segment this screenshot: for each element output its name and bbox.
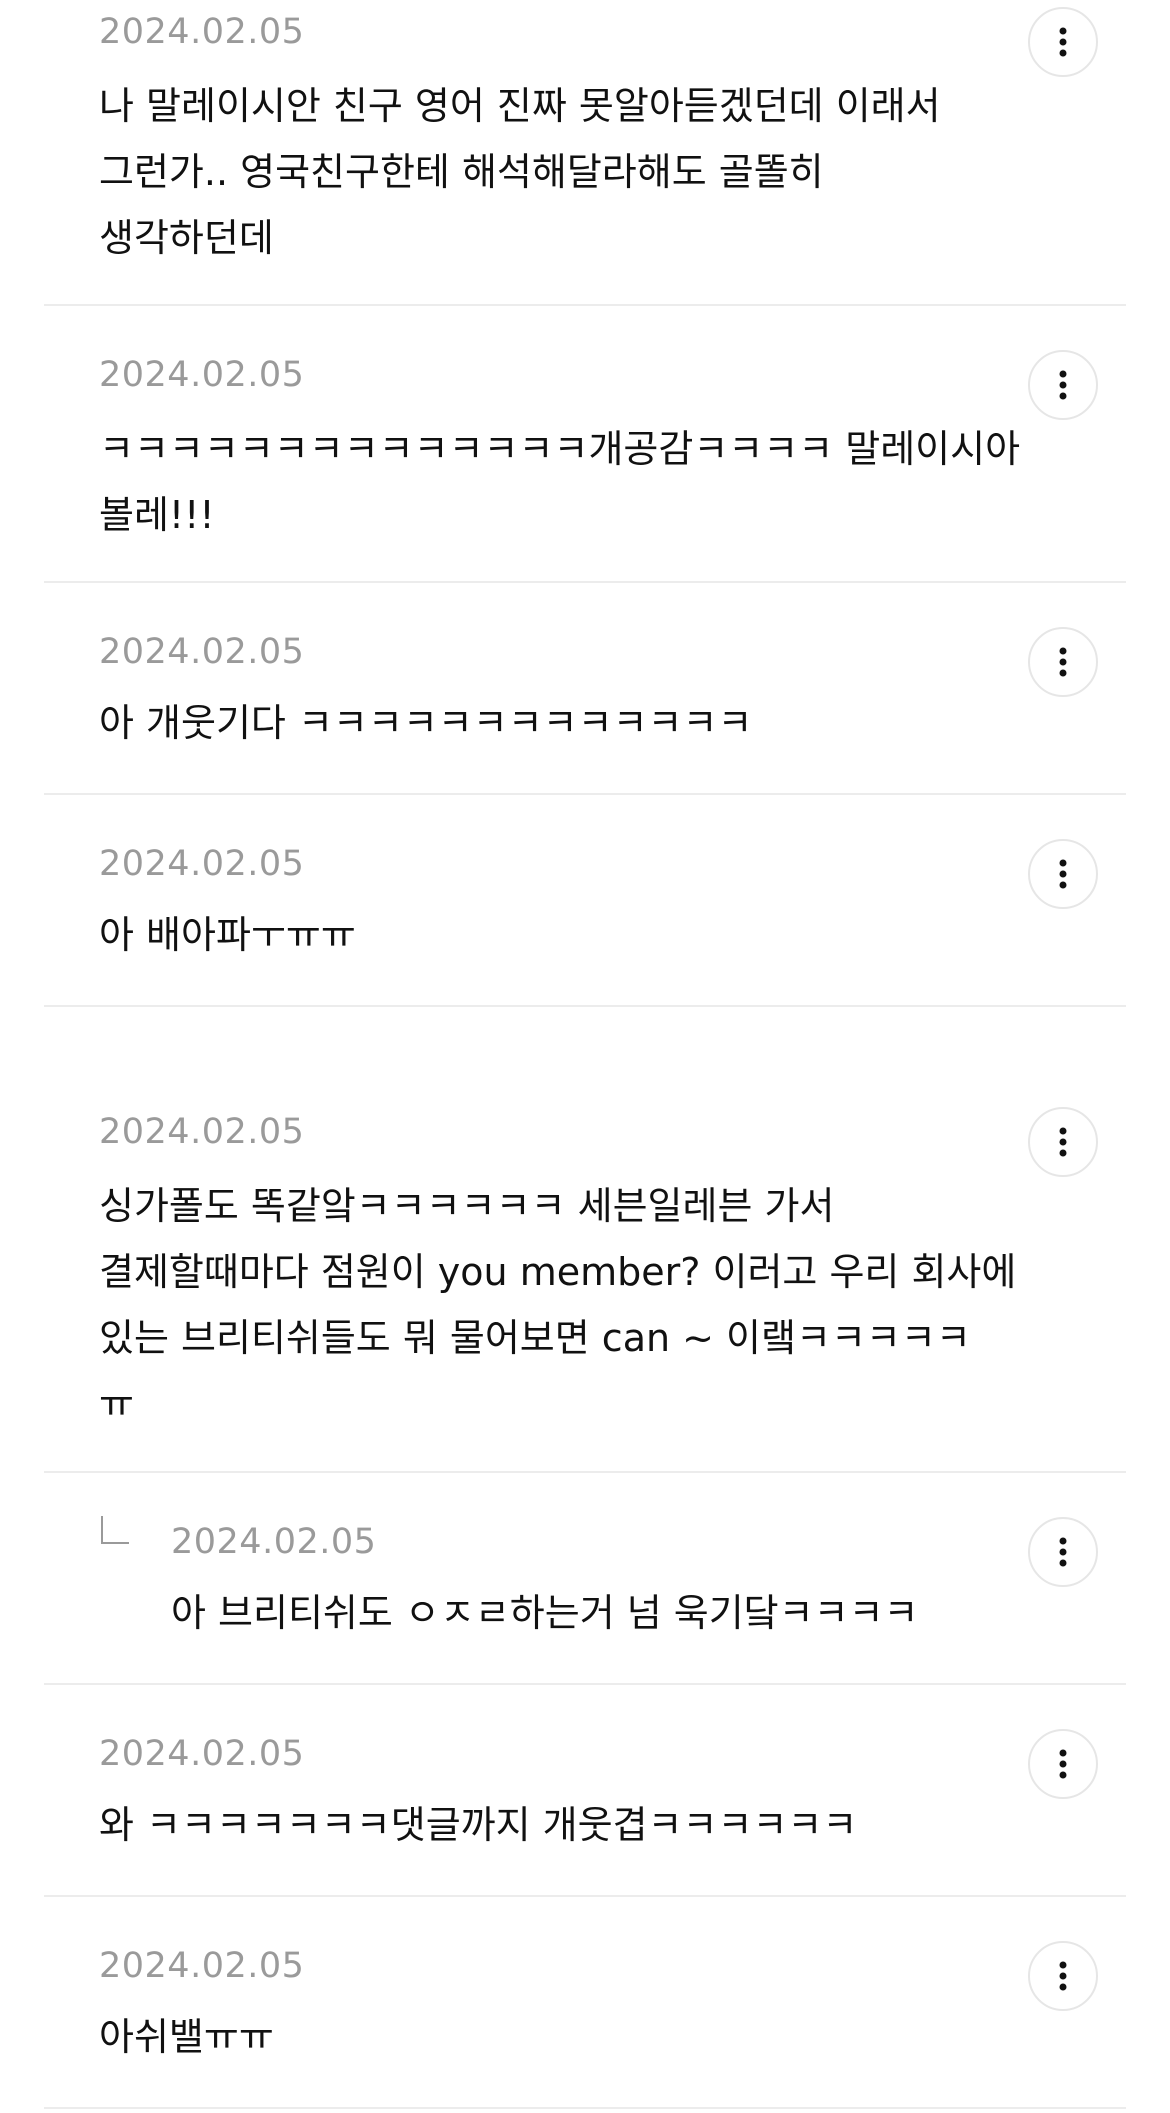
- comment-text: 아 개웃기다 ㅋㅋㅋㅋㅋㅋㅋㅋㅋㅋㅋㅋㅋ: [99, 701, 753, 745]
- comment-text: 와 ㅋㅋㅋㅋㅋㅋㅋ댓글까지 개웃겹ㅋㅋㅋㅋㅋㅋ: [99, 1803, 858, 1847]
- comment-date: 2024.02.05: [99, 1112, 305, 1152]
- more-vertical-icon: [1059, 1749, 1067, 1779]
- more-vertical-icon: [1059, 1127, 1067, 1157]
- more-vertical-icon: [1059, 859, 1067, 889]
- more-options-button[interactable]: [1028, 350, 1098, 420]
- reply-comment-item: 2024.02.05 아 브리티쉬도 ㅇㅈㄹ하는거 넘 욱기닼ㅋㅋㅋㅋ: [44, 1473, 1126, 1685]
- more-vertical-icon: [1059, 1537, 1067, 1567]
- comment-item: 2024.02.05 아 개웃기다 ㅋㅋㅋㅋㅋㅋㅋㅋㅋㅋㅋㅋㅋ: [44, 583, 1126, 795]
- more-options-button[interactable]: [1028, 1941, 1098, 2011]
- comment-item: 2024.02.05 싱가폴도 똑같앜ㅋㅋㅋㅋㅋㅋ 세븐일레븐 가서 결제할때마…: [44, 1007, 1126, 1473]
- comment-text: 싱가폴도 똑같앜ㅋㅋㅋㅋㅋㅋ 세븐일레븐 가서 결제할때마다 점원이 you m…: [99, 1184, 1017, 1426]
- comment-item: 2024.02.05 아 배아파ㅜㅠㅠ: [44, 795, 1126, 1007]
- more-options-button[interactable]: [1028, 1729, 1098, 1799]
- more-vertical-icon: [1059, 647, 1067, 677]
- more-options-button[interactable]: [1028, 1517, 1098, 1587]
- comment-date: 2024.02.05: [99, 632, 305, 672]
- more-options-button[interactable]: [1028, 7, 1098, 77]
- comment-item: 2024.02.05 와 ㅋㅋㅋㅋㅋㅋㅋ댓글까지 개웃겹ㅋㅋㅋㅋㅋㅋ: [44, 1685, 1126, 1897]
- more-vertical-icon: [1059, 370, 1067, 400]
- comment-item: 2024.02.05 나 말레이시안 친구 영어 진짜 못알아듣겠던데 이래서 …: [44, 0, 1126, 306]
- comment-text: 아 배아파ㅜㅠㅠ: [99, 913, 356, 957]
- comment-text: 나 말레이시안 친구 영어 진짜 못알아듣겠던데 이래서 그런가.. 영국친구한…: [99, 84, 941, 260]
- comment-date: 2024.02.05: [99, 1734, 305, 1774]
- more-options-button[interactable]: [1028, 839, 1098, 909]
- comment-item: 2024.02.05 ㅋㅋㅋㅋㅋㅋㅋㅋㅋㅋㅋㅋㅋㅋ개공감ㅋㅋㅋㅋ 말레이시아 볼…: [44, 306, 1126, 583]
- more-vertical-icon: [1059, 27, 1067, 57]
- more-options-button[interactable]: [1028, 1107, 1098, 1177]
- comment-date: 2024.02.05: [99, 844, 305, 884]
- more-vertical-icon: [1059, 1961, 1067, 1991]
- comment-date: 2024.02.05: [171, 1522, 377, 1562]
- comment-date: 2024.02.05: [99, 1946, 305, 1986]
- reply-arrow-icon: [101, 1516, 129, 1544]
- comment-text: ㅋㅋㅋㅋㅋㅋㅋㅋㅋㅋㅋㅋㅋㅋ개공감ㅋㅋㅋㅋ 말레이시아 볼레!!!: [99, 427, 1021, 537]
- comment-text: 아 브리티쉬도 ㅇㅈㄹ하는거 넘 욱기닼ㅋㅋㅋㅋ: [171, 1591, 919, 1635]
- comment-item: 2024.02.05 아쉬밸ㅠㅠ: [44, 1897, 1126, 2109]
- more-options-button[interactable]: [1028, 627, 1098, 697]
- comment-date: 2024.02.05: [99, 12, 305, 52]
- comment-date: 2024.02.05: [99, 355, 305, 395]
- comment-text: 아쉬밸ㅠㅠ: [99, 2015, 274, 2059]
